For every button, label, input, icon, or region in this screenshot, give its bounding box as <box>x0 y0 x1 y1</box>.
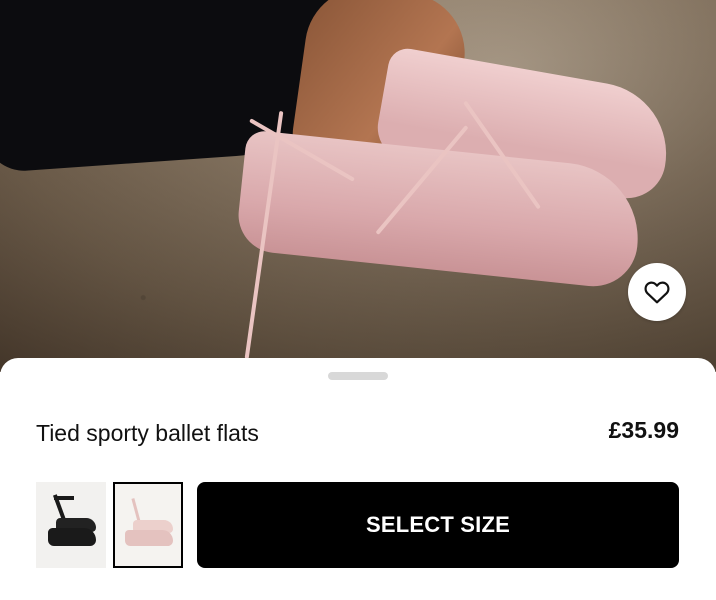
wishlist-button[interactable] <box>628 263 686 321</box>
variant-thumbnail-black[interactable] <box>36 482 106 568</box>
shoe-image <box>48 528 96 546</box>
product-bottom-sheet: Tied sporty ballet flats £35.99 SELECT S… <box>0 358 716 600</box>
heart-icon <box>644 281 670 304</box>
select-size-button[interactable]: SELECT SIZE <box>197 482 679 568</box>
product-title: Tied sporty ballet flats <box>36 420 259 446</box>
product-price: £35.99 <box>608 417 679 443</box>
product-image[interactable] <box>0 0 716 372</box>
variant-thumbnail-pink[interactable] <box>113 482 183 568</box>
sheet-drag-handle[interactable] <box>328 372 388 380</box>
shoe-image <box>125 530 173 546</box>
shoe-strap <box>54 496 74 500</box>
